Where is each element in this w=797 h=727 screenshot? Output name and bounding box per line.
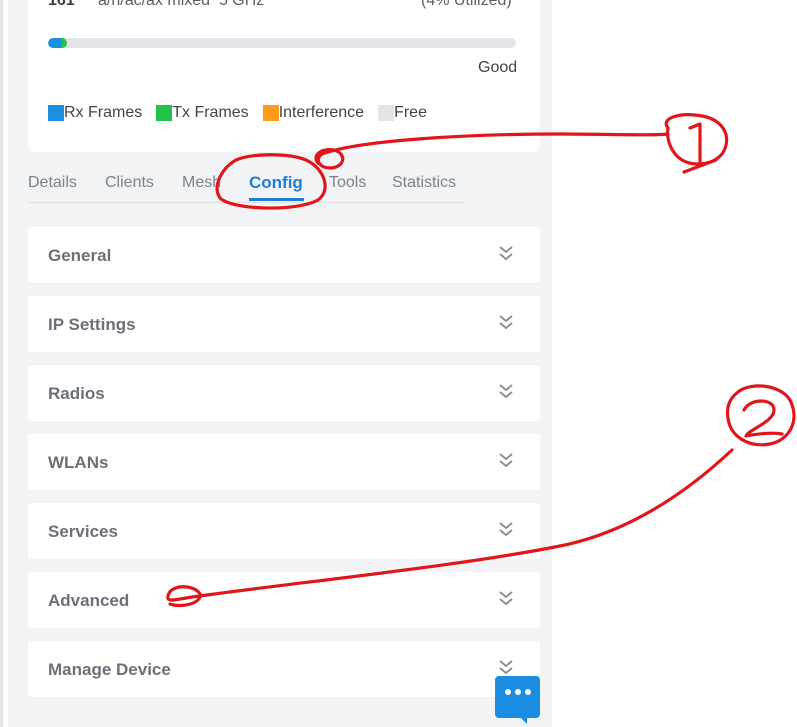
- legend-label-tx: Tx Frames: [172, 104, 249, 121]
- page: 161 a/n/ac/ax mixed 5 GHz (4% Utilized) …: [0, 0, 797, 727]
- utilization-bar-fill: [48, 38, 67, 48]
- legend-swatch-tx: [156, 105, 173, 121]
- section-label: IP Settings: [48, 315, 136, 334]
- section-ip-settings[interactable]: IP Settings: [28, 296, 540, 352]
- annotation-digit-1: [682, 122, 718, 174]
- signal-quality: Good: [478, 59, 518, 76]
- legend-swatch-interference: [262, 105, 279, 121]
- legend-label-interference: Interference: [278, 104, 365, 121]
- tab-config[interactable]: Config: [249, 173, 303, 193]
- section-label: Advanced: [48, 591, 130, 610]
- tab-statistics[interactable]: Statistics: [392, 174, 456, 192]
- tab-clients[interactable]: Clients: [105, 174, 154, 192]
- radio-mode: a/n/ac/ax mixed 5 GHz: [98, 0, 265, 9]
- window-edge: [0, 0, 3, 727]
- active-tab-indicator: [249, 198, 304, 201]
- device-tabs: Details Clients Mesh Config Tools Statis…: [28, 166, 464, 203]
- section-label: Radios: [48, 384, 105, 403]
- double-chevron-down-icon[interactable]: [498, 314, 514, 332]
- annotation-digit-2: [742, 399, 784, 438]
- legend-swatch-rx: [48, 105, 64, 121]
- double-chevron-down-icon[interactable]: [498, 383, 514, 401]
- annotation-marker-2: [725, 384, 796, 447]
- section-label: WLANs: [48, 453, 109, 472]
- tab-details[interactable]: Details: [28, 174, 77, 192]
- double-chevron-down-icon[interactable]: [498, 245, 514, 263]
- double-chevron-down-icon[interactable]: [498, 590, 514, 608]
- section-services[interactable]: Services: [28, 503, 540, 559]
- legend-item-free: Free: [378, 104, 427, 122]
- double-chevron-down-icon[interactable]: [498, 659, 514, 677]
- legend-swatch-free: [378, 105, 395, 121]
- legend-label-free: Free: [394, 104, 427, 121]
- double-chevron-down-icon[interactable]: [498, 452, 514, 470]
- tab-mesh[interactable]: Mesh: [182, 174, 221, 192]
- section-advanced[interactable]: Advanced: [28, 572, 540, 628]
- section-radios[interactable]: Radios: [28, 365, 540, 421]
- chat-button[interactable]: [495, 676, 540, 724]
- channel-number: 161: [48, 0, 75, 9]
- legend-item-interference: Interference: [262, 104, 365, 122]
- tab-tools[interactable]: Tools: [329, 174, 366, 192]
- annotation-marker-1: [664, 113, 729, 166]
- legend-item-rx: Rx Frames: [48, 104, 142, 122]
- section-general[interactable]: General: [28, 227, 540, 283]
- chat-bubble-tail: [519, 716, 527, 724]
- utilization-text: (4% Utilized): [421, 0, 512, 9]
- radio-card: [28, 0, 540, 152]
- section-manage-device[interactable]: Manage Device: [28, 641, 540, 697]
- legend-label-rx: Rx Frames: [64, 104, 143, 121]
- legend-item-tx: Tx Frames: [156, 104, 249, 122]
- double-chevron-down-icon[interactable]: [498, 521, 514, 539]
- section-wlans[interactable]: WLANs: [28, 434, 540, 490]
- section-label: Services: [48, 522, 118, 541]
- section-label: General: [48, 246, 112, 265]
- chat-bubble-icon: [495, 689, 540, 695]
- section-label: Manage Device: [48, 660, 171, 679]
- utilization-bar: [48, 38, 516, 48]
- utilization-legend: Rx Frames Tx Frames Interference Free: [48, 104, 441, 122]
